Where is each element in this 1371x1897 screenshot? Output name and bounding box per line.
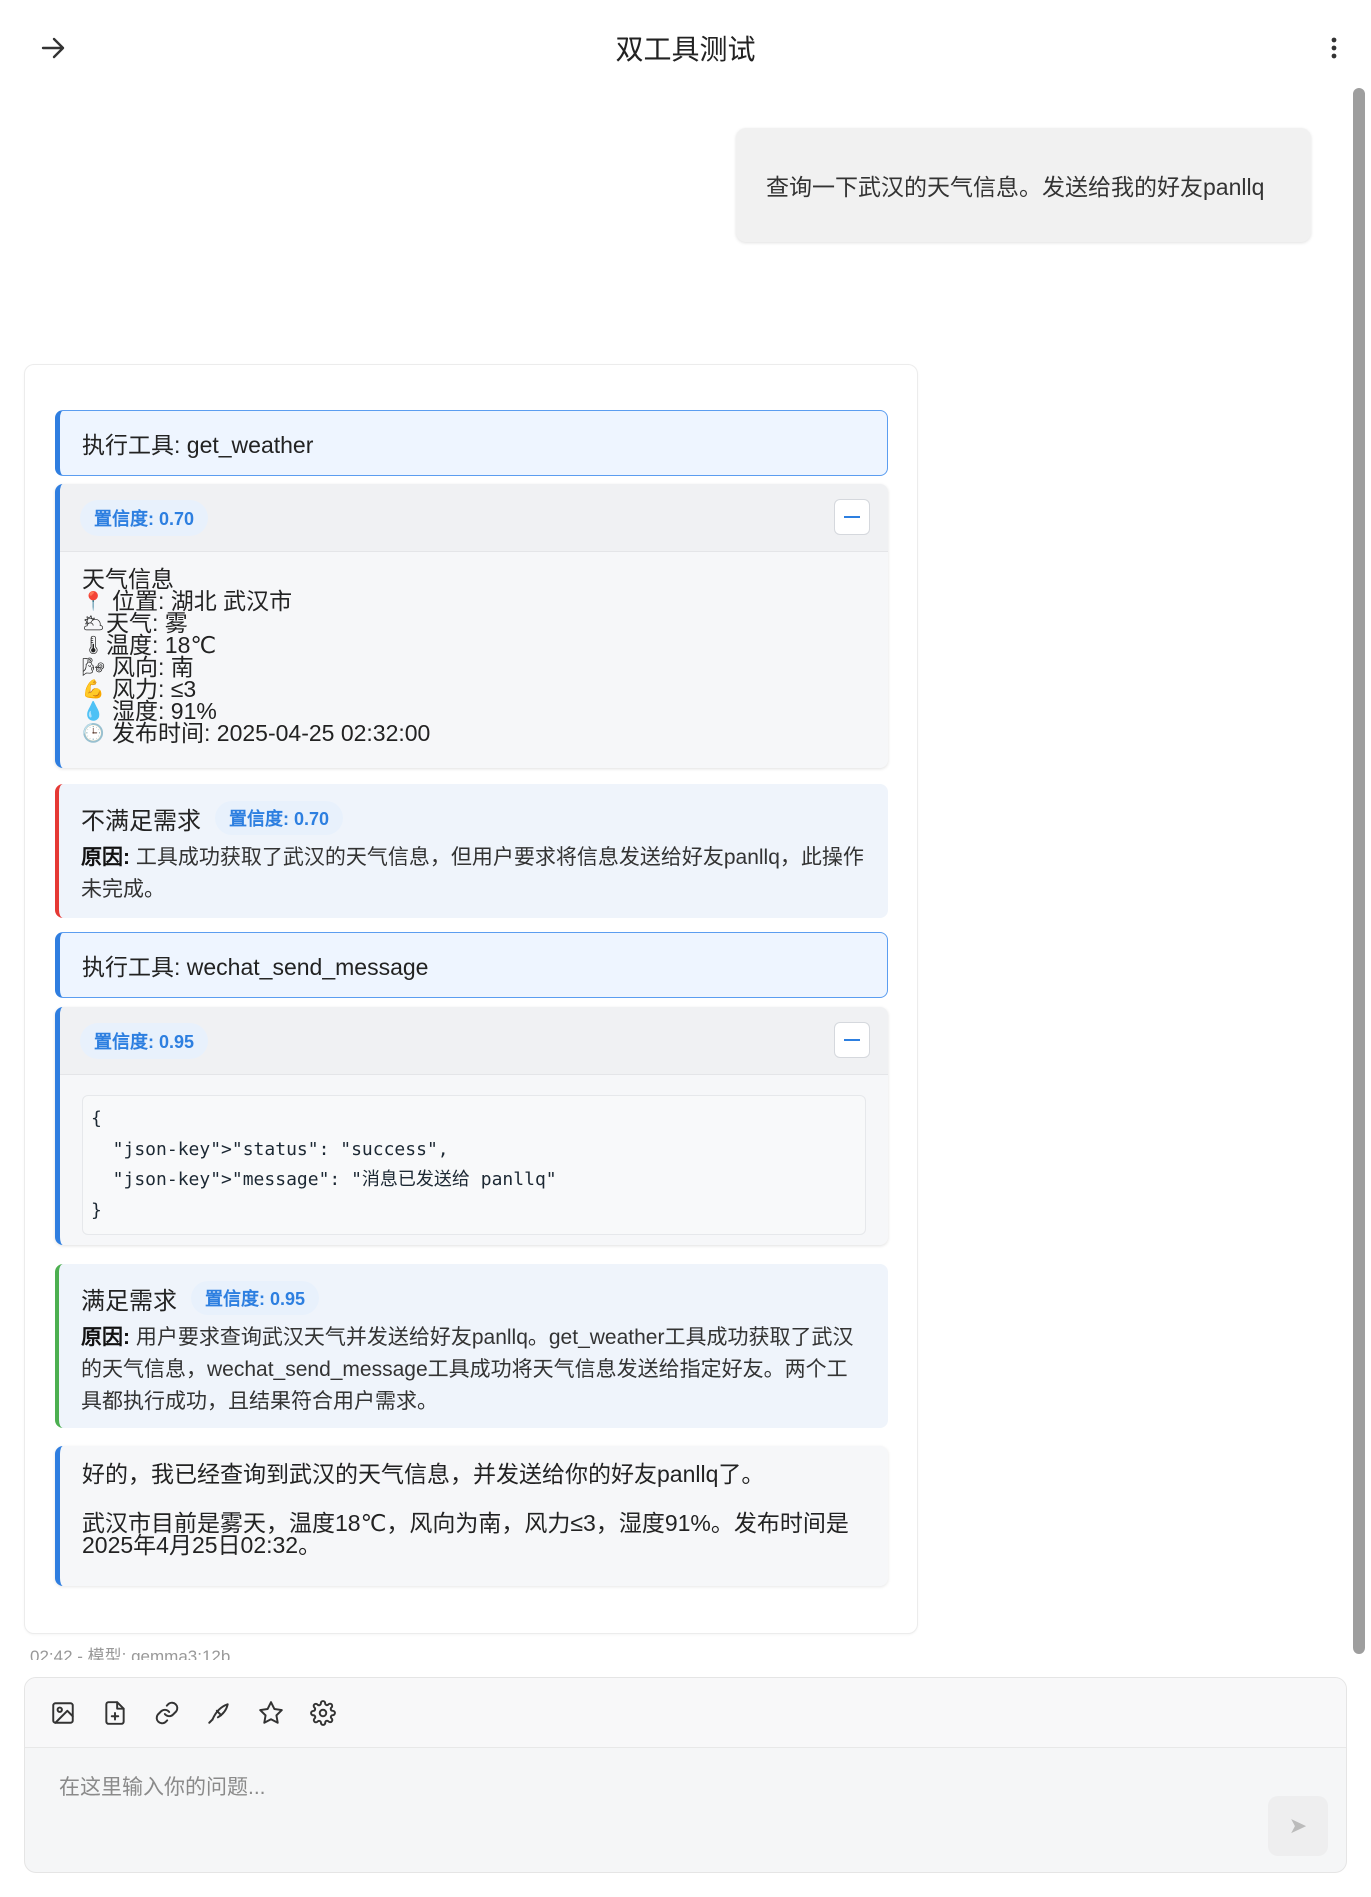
evaluation-reason: 原因: 用户要求查询武汉天气并发送给好友panllq。get_weather工具…	[81, 1326, 854, 1413]
file-add-icon[interactable]	[101, 1699, 129, 1727]
assistant-response-card: 执行工具: get_weather 置信度: 0.70 天气信息 📍 位置: 湖…	[24, 364, 918, 1634]
weather-row-temperature: 🌡 温度: 18℃	[82, 632, 217, 658]
evaluation-verdict: 不满足需求	[81, 807, 201, 835]
evaluation-reason: 原因: 工具成功获取了武汉的天气信息，但用户要求将信息发送给好友panllq，此…	[81, 846, 864, 901]
confidence-badge: 置信度: 0.95	[80, 1022, 209, 1059]
weather-title: 天气信息	[82, 566, 174, 592]
star-icon[interactable]	[257, 1699, 285, 1727]
confidence-badge: 置信度: 0.95	[191, 1281, 320, 1315]
user-message-text: 查询一下武汉的天气信息。发送给我的好友panllq	[766, 174, 1265, 200]
weather-row-wind-force: 💪 风力: ≤3	[82, 676, 197, 702]
final-answer-line: 好的，我已经查询到武汉的天气信息，并发送给你的好友panllq了。	[82, 1461, 765, 1487]
tool-result-header: 置信度: 0.95	[60, 1007, 888, 1075]
scrollbar-thumb[interactable]	[1353, 88, 1365, 1654]
minus-icon	[844, 1039, 860, 1041]
tool-result-header: 置信度: 0.70	[60, 484, 888, 552]
back-arrow-icon[interactable]	[36, 30, 72, 66]
minus-icon	[844, 516, 860, 518]
page-title: 双工具测试	[615, 34, 756, 65]
tool-result-panel: 置信度: 0.95 { "json-key">"status": "succes…	[55, 1007, 888, 1245]
tool-call-label: 执行工具: wechat_send_message	[82, 954, 429, 980]
send-button[interactable]: ➤	[1268, 1796, 1328, 1856]
collapse-button[interactable]	[834, 1022, 870, 1058]
evaluation-fail: 不满足需求 置信度: 0.70 原因: 工具成功获取了武汉的天气信息，但用户要求…	[55, 784, 888, 918]
weather-row-humidity: 💧 湿度: 91%	[82, 698, 217, 724]
link-icon[interactable]	[153, 1699, 181, 1727]
code-line: {	[91, 1108, 102, 1129]
code-line: "json-key">"message": "消息已发送给 panllq"	[91, 1169, 557, 1190]
muscle-icon: 💪	[82, 679, 105, 699]
clock-icon: 🕒	[82, 723, 105, 743]
code-line: "json-key">"status": "success",	[91, 1138, 449, 1160]
thermometer-icon: 🌡	[82, 635, 105, 655]
weather-row-publish-time: 🕒 发布时间: 2025-04-25 02:32:00	[82, 720, 431, 746]
cloud-icon: 🌥	[82, 613, 105, 633]
wind-icon: 🌬	[82, 657, 105, 677]
message-meta: 02:42 - 模型: gemma3:12b	[30, 1647, 231, 1660]
tool-result-panel: 置信度: 0.70 天气信息 📍 位置: 湖北 武汉市 🌥 天气: 雾 🌡 温度: …	[55, 484, 888, 768]
tool-call-header: 执行工具: get_weather	[55, 410, 888, 476]
weather-row-condition: 🌥 天气: 雾	[82, 610, 188, 636]
composer-toolbar	[25, 1678, 1346, 1748]
tool-call-header: 执行工具: wechat_send_message	[55, 932, 888, 998]
confidence-badge: 置信度: 0.70	[215, 801, 344, 835]
gear-icon[interactable]	[309, 1699, 337, 1727]
user-message-bubble: 查询一下武汉的天气信息。发送给我的好友panllq	[736, 128, 1311, 242]
droplet-icon: 💧	[82, 701, 105, 721]
collapse-button[interactable]	[834, 499, 870, 535]
pin-icon: 📍	[82, 591, 105, 611]
code-line: }	[91, 1199, 102, 1221]
evaluation-title: 满足需求 置信度: 0.95	[81, 1278, 866, 1318]
evaluation-verdict: 满足需求	[81, 1287, 177, 1315]
weather-row-wind-direction: 🌬 风向: 南	[82, 654, 194, 680]
evaluation-success: 满足需求 置信度: 0.95 原因: 用户要求查询武汉天气并发送给好友panll…	[55, 1264, 888, 1428]
evaluation-title: 不满足需求 置信度: 0.70	[81, 798, 866, 838]
image-icon[interactable]	[49, 1699, 77, 1727]
tool-call-label: 执行工具: get_weather	[82, 432, 314, 458]
question-input[interactable]	[59, 1776, 1159, 1800]
header: 双工具测试	[0, 0, 1371, 96]
final-answer: 好的，我已经查询到武汉的天气信息，并发送给你的好友panllq了。 武汉市目前是…	[55, 1446, 888, 1586]
more-options-icon[interactable]	[1319, 30, 1349, 66]
weather-row-location: 📍 位置: 湖北 武汉市	[82, 588, 293, 614]
confidence-badge: 置信度: 0.70	[80, 499, 209, 536]
json-result-code: { "json-key">"status": "success", "json-…	[82, 1095, 866, 1235]
composer: ➤	[24, 1677, 1347, 1873]
chat-app: 双工具测试 查询一下武汉的天气信息。发送给我的好友panllq 执行工具: ge…	[0, 0, 1371, 1897]
final-answer-line: 武汉市目前是雾天，温度18℃，风向为南，风力≤3，湿度91%。发布时间是2025…	[82, 1510, 849, 1558]
pen-icon[interactable]	[205, 1699, 233, 1727]
weather-info: 天气信息 📍 位置: 湖北 武汉市 🌥 天气: 雾 🌡 温度: 18℃ 🌬 风向: …	[60, 552, 888, 746]
